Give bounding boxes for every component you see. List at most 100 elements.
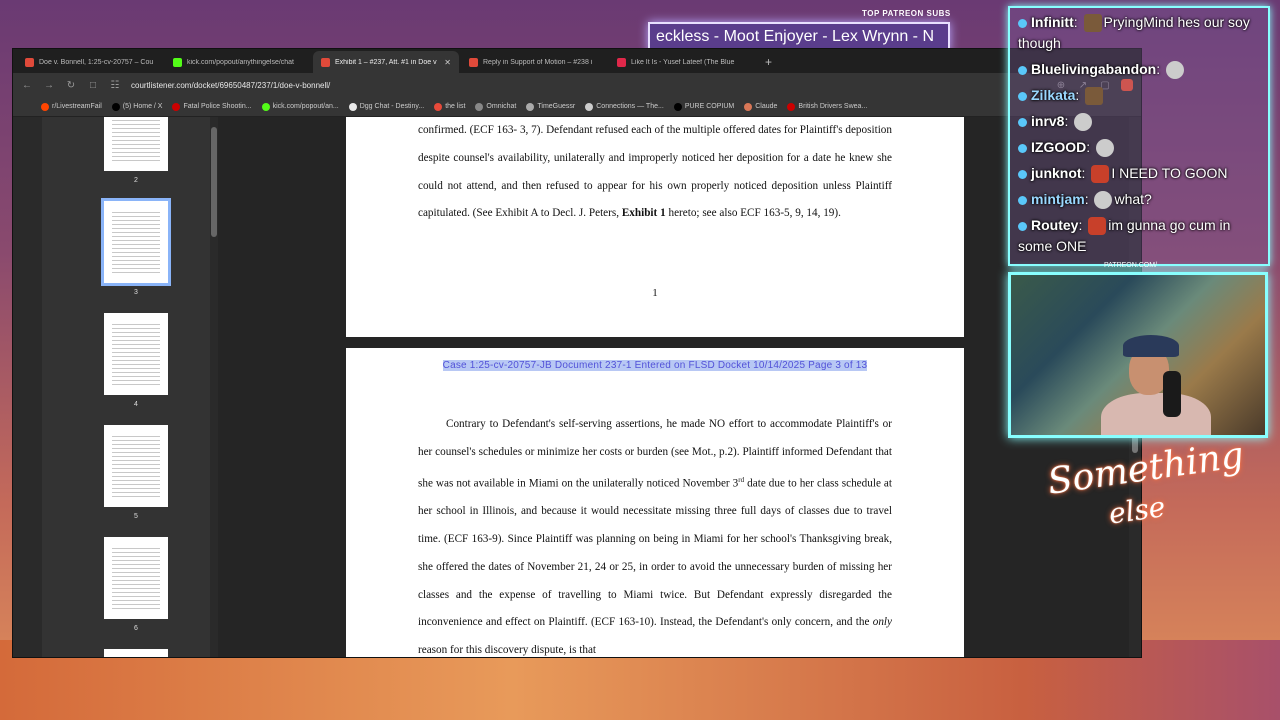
chat-overlay: Infinitt: PryingMind hes our soy though B… xyxy=(1008,6,1270,266)
kick-badge-icon xyxy=(1018,221,1027,231)
tab-favicon-icon xyxy=(617,57,626,67)
tab-label: kick.com/popout/anythingelse/chat xyxy=(187,58,295,66)
thumbnail-text-lines xyxy=(112,545,160,611)
page-thumbnail[interactable] xyxy=(104,117,168,171)
chat-username: Zilkata xyxy=(1031,87,1076,103)
page-thumbnail[interactable] xyxy=(104,537,168,619)
chat-emote-icon xyxy=(1074,113,1093,132)
streamer-body xyxy=(1101,393,1211,435)
tab-label: Reply in Support of Motion – #238 i xyxy=(483,58,593,66)
chat-separator: : xyxy=(1081,165,1090,181)
chat-separator: : xyxy=(1075,87,1084,103)
tab-favicon-icon xyxy=(469,57,478,67)
browser-window: Doe v. Bonnell, 1:25-cv-20757 – Cou kick.… xyxy=(12,48,1142,658)
pdf-viewer: 2 3 4 5 6 confirmed. (ECF 163- 3, 7). Defend… xyxy=(13,117,1141,657)
bookmark-favicon-icon xyxy=(348,102,357,111)
chat-emote-icon xyxy=(1096,139,1115,158)
case-header: Case 1:25-cv-20757-JB Document 237-1 Ent… xyxy=(442,360,868,371)
kick-badge-icon xyxy=(1018,143,1027,153)
chat-emote-icon xyxy=(1091,165,1110,184)
browser-tab[interactable]: Doe v. Bonnell, 1:25-cv-20757 – Cou xyxy=(17,51,163,73)
chat-emote-icon xyxy=(1166,61,1185,80)
bookmark-label: British Drivers Swea... xyxy=(798,103,868,110)
tab-favicon-icon xyxy=(321,57,330,67)
bookmark-label: Omnichat xyxy=(486,103,517,110)
address-bar: ← → ↻ □ ☷ courtlistener.com/docket/69650… xyxy=(13,73,1141,97)
bookmark-label: TimeGuessr xyxy=(537,103,576,110)
chat-separator: : xyxy=(1073,14,1082,30)
page-thumbnail[interactable] xyxy=(104,313,168,395)
thumbnail-scrollbar[interactable] xyxy=(210,117,218,657)
thumbnail-sidebar[interactable]: 2 3 4 5 6 xyxy=(42,117,210,657)
bookmark-favicon-icon xyxy=(787,102,796,111)
document-area[interactable]: confirmed. (ECF 163- 3, 7). Defendant re… xyxy=(218,117,1129,657)
new-tab-button[interactable]: + xyxy=(757,55,780,73)
tab-label: Like It Is - Yusef Lateef (The Blue xyxy=(631,58,735,66)
tab-close-icon[interactable]: ✕ xyxy=(444,58,451,67)
kick-badge-icon xyxy=(1018,91,1027,101)
webcam-feed xyxy=(1008,272,1268,438)
bookmark-item[interactable]: the list xyxy=(434,102,465,111)
page-thumbnail[interactable] xyxy=(104,425,168,507)
chat-separator: : xyxy=(1064,113,1073,129)
page-number: 1 xyxy=(652,287,658,299)
bookmark-icon[interactable]: □ xyxy=(87,80,99,91)
bookmark-label: Fatal Police Shootin... xyxy=(183,103,252,110)
bookmark-item[interactable]: British Drivers Swea... xyxy=(787,102,868,111)
thumbnail-page-number: 3 xyxy=(134,289,138,296)
bookmark-favicon-icon xyxy=(744,102,753,111)
bookmark-item[interactable]: PURE COPIUM xyxy=(673,102,735,111)
bookmark-label: Dgg Chat - Destiny... xyxy=(359,103,425,110)
bookmark-item[interactable]: Connections — The... xyxy=(585,102,664,111)
back-icon[interactable]: ← xyxy=(21,80,33,91)
chat-message: Zilkata: xyxy=(1018,85,1260,106)
kick-badge-icon xyxy=(1018,195,1027,205)
bookmark-favicon-icon xyxy=(111,102,120,111)
page-thumbnail[interactable] xyxy=(101,198,171,286)
thumbnail-text-lines xyxy=(112,209,160,275)
pdf-page-1: confirmed. (ECF 163- 3, 7). Defendant re… xyxy=(346,117,964,337)
bookmark-favicon-icon xyxy=(172,102,181,111)
browser-tab[interactable]: Like It Is - Yusef Lateef (The Blue xyxy=(609,51,755,73)
chat-separator: : xyxy=(1086,139,1095,155)
bookmark-favicon-icon xyxy=(261,102,270,111)
bookmark-item[interactable]: kick.com/popout/an... xyxy=(261,102,339,111)
chat-message: IZGOOD: xyxy=(1018,137,1260,158)
chat-message: Routey: im gunna go cum in some ONE xyxy=(1018,215,1260,257)
bookmark-item[interactable]: Fatal Police Shootin... xyxy=(172,102,252,111)
bookmark-favicon-icon xyxy=(673,102,682,111)
chat-message: Infinitt: PryingMind hes our soy though xyxy=(1018,12,1260,54)
forward-icon[interactable]: → xyxy=(43,80,55,91)
chat-text: what? xyxy=(1114,191,1152,207)
bookmark-item[interactable]: (5) Home / X xyxy=(111,102,162,111)
page1-paragraph: confirmed. (ECF 163- 3, 7). Defendant re… xyxy=(418,124,892,220)
thumbnail-page-number: 5 xyxy=(134,513,138,520)
microphone xyxy=(1163,371,1181,417)
browser-tab[interactable]: kick.com/popout/anythingelse/chat xyxy=(165,51,311,73)
bookmark-item[interactable]: TimeGuessr xyxy=(526,102,576,111)
browser-tab[interactable]: Reply in Support of Motion – #238 i xyxy=(461,51,607,73)
bookmark-item[interactable]: Omnichat xyxy=(475,102,517,111)
tab-label: Doe v. Bonnell, 1:25-cv-20757 – Cou xyxy=(39,58,154,66)
chat-separator: : xyxy=(1078,217,1087,233)
bookmark-label: Claude xyxy=(755,103,778,110)
streamer-cap xyxy=(1123,335,1179,357)
page-thumbnail[interactable] xyxy=(104,649,168,657)
bookmark-label: PURE COPIUM xyxy=(684,103,735,110)
thumbnail-page-number: 6 xyxy=(134,625,138,632)
chat-username: Bluelivingabandon xyxy=(1031,61,1157,77)
site-info-icon[interactable]: ☷ xyxy=(109,80,121,91)
bookmark-item[interactable]: r/LivestreamFail xyxy=(41,102,102,111)
url-field[interactable]: courtlistener.com/docket/69650487/237/1/… xyxy=(131,81,1045,90)
kick-badge-icon xyxy=(1018,169,1027,179)
thumbnail-page-number: 4 xyxy=(134,401,138,408)
chat-username: inrv8 xyxy=(1031,113,1065,129)
thumbnail-scroll-handle[interactable] xyxy=(211,127,217,237)
reload-icon[interactable]: ↻ xyxy=(65,80,77,91)
bookmark-item[interactable]: Dgg Chat - Destiny... xyxy=(348,102,425,111)
chat-emote-icon xyxy=(1083,14,1102,33)
bookmark-item[interactable]: Claude xyxy=(744,102,778,111)
thumbnail-page-number: 2 xyxy=(134,177,138,184)
browser-tab[interactable]: Exhibit 1 – #237, Att. #1 in Doe v ✕ xyxy=(313,51,459,73)
chat-username: Routey xyxy=(1031,217,1079,233)
